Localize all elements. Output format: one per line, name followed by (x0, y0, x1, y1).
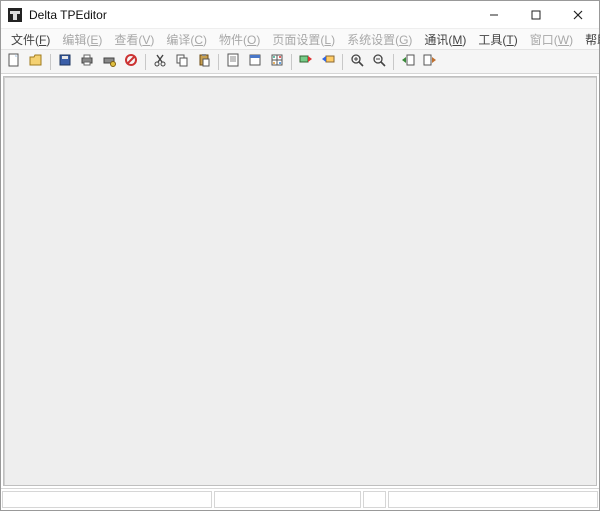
page-icon (226, 53, 240, 70)
grid-icon (270, 53, 284, 70)
save-icon (58, 53, 72, 70)
status-cell-3 (363, 491, 386, 508)
settings-out-icon (423, 53, 437, 70)
cut-icon (153, 53, 167, 70)
status-cell-2 (214, 491, 362, 508)
app-icon (7, 7, 23, 23)
close-button[interactable] (557, 1, 599, 29)
toolbar (1, 50, 599, 74)
settings-out-button[interactable] (420, 52, 440, 72)
new-doc-button[interactable] (4, 52, 24, 72)
page-button[interactable] (223, 52, 243, 72)
menu-tools[interactable]: 工具(T) (472, 29, 523, 50)
menu-communication[interactable]: 通讯(M) (418, 29, 472, 50)
menu-compile: 编译(C) (160, 29, 213, 50)
compile-button[interactable] (121, 52, 141, 72)
menu-system-settings: 系统设置(G) (341, 29, 418, 50)
upload-to-tp-button[interactable] (318, 52, 338, 72)
printer-setup-icon (102, 53, 116, 70)
menu-bar: 文件(F)编辑(E)查看(V)编译(C)物件(O)页面设置(L)系统设置(G)通… (1, 29, 599, 50)
print-button[interactable] (77, 52, 97, 72)
new-doc-icon (7, 53, 21, 70)
toolbar-separator (218, 54, 219, 70)
status-cell-1 (2, 491, 212, 508)
settings-in-button[interactable] (398, 52, 418, 72)
menu-page-settings: 页面设置(L) (266, 29, 341, 50)
toolbar-separator (291, 54, 292, 70)
zoom-in-icon (350, 53, 364, 70)
compile-icon (124, 53, 138, 70)
copy-icon (175, 53, 189, 70)
status-bar (1, 488, 599, 510)
menu-file[interactable]: 文件(F) (5, 29, 56, 50)
cut-button[interactable] (150, 52, 170, 72)
menu-help[interactable]: 帮助(H) (579, 29, 600, 50)
form-icon (248, 53, 262, 70)
menu-view: 查看(V) (108, 29, 160, 50)
grid-button[interactable] (267, 52, 287, 72)
workspace-area (3, 76, 597, 486)
status-cell-4 (388, 491, 598, 508)
toolbar-separator (342, 54, 343, 70)
printer-setup-button[interactable] (99, 52, 119, 72)
form-button[interactable] (245, 52, 265, 72)
copy-button[interactable] (172, 52, 192, 72)
save-button[interactable] (55, 52, 75, 72)
zoom-out-icon (372, 53, 386, 70)
app-window: Delta TPEditor 文件(F)编辑(E)查看(V)编译(C)物件(O)… (0, 0, 600, 511)
window-title: Delta TPEditor (29, 8, 107, 22)
print-icon (80, 53, 94, 70)
settings-in-icon (401, 53, 415, 70)
toolbar-separator (393, 54, 394, 70)
paste-button[interactable] (194, 52, 214, 72)
upload-to-tp-icon (321, 53, 335, 70)
menu-window: 窗口(W) (524, 29, 579, 50)
toolbar-separator (50, 54, 51, 70)
toolbar-separator (145, 54, 146, 70)
read-from-tp-button[interactable] (296, 52, 316, 72)
zoom-in-button[interactable] (347, 52, 367, 72)
open-folder-button[interactable] (26, 52, 46, 72)
client-frame (1, 74, 599, 488)
paste-icon (197, 53, 211, 70)
zoom-out-button[interactable] (369, 52, 389, 72)
menu-edit: 编辑(E) (56, 29, 108, 50)
menu-object: 物件(O) (213, 29, 266, 50)
titlebar: Delta TPEditor (1, 1, 599, 29)
minimize-button[interactable] (473, 1, 515, 29)
open-folder-icon (29, 53, 43, 70)
read-from-tp-icon (299, 53, 313, 70)
maximize-button[interactable] (515, 1, 557, 29)
